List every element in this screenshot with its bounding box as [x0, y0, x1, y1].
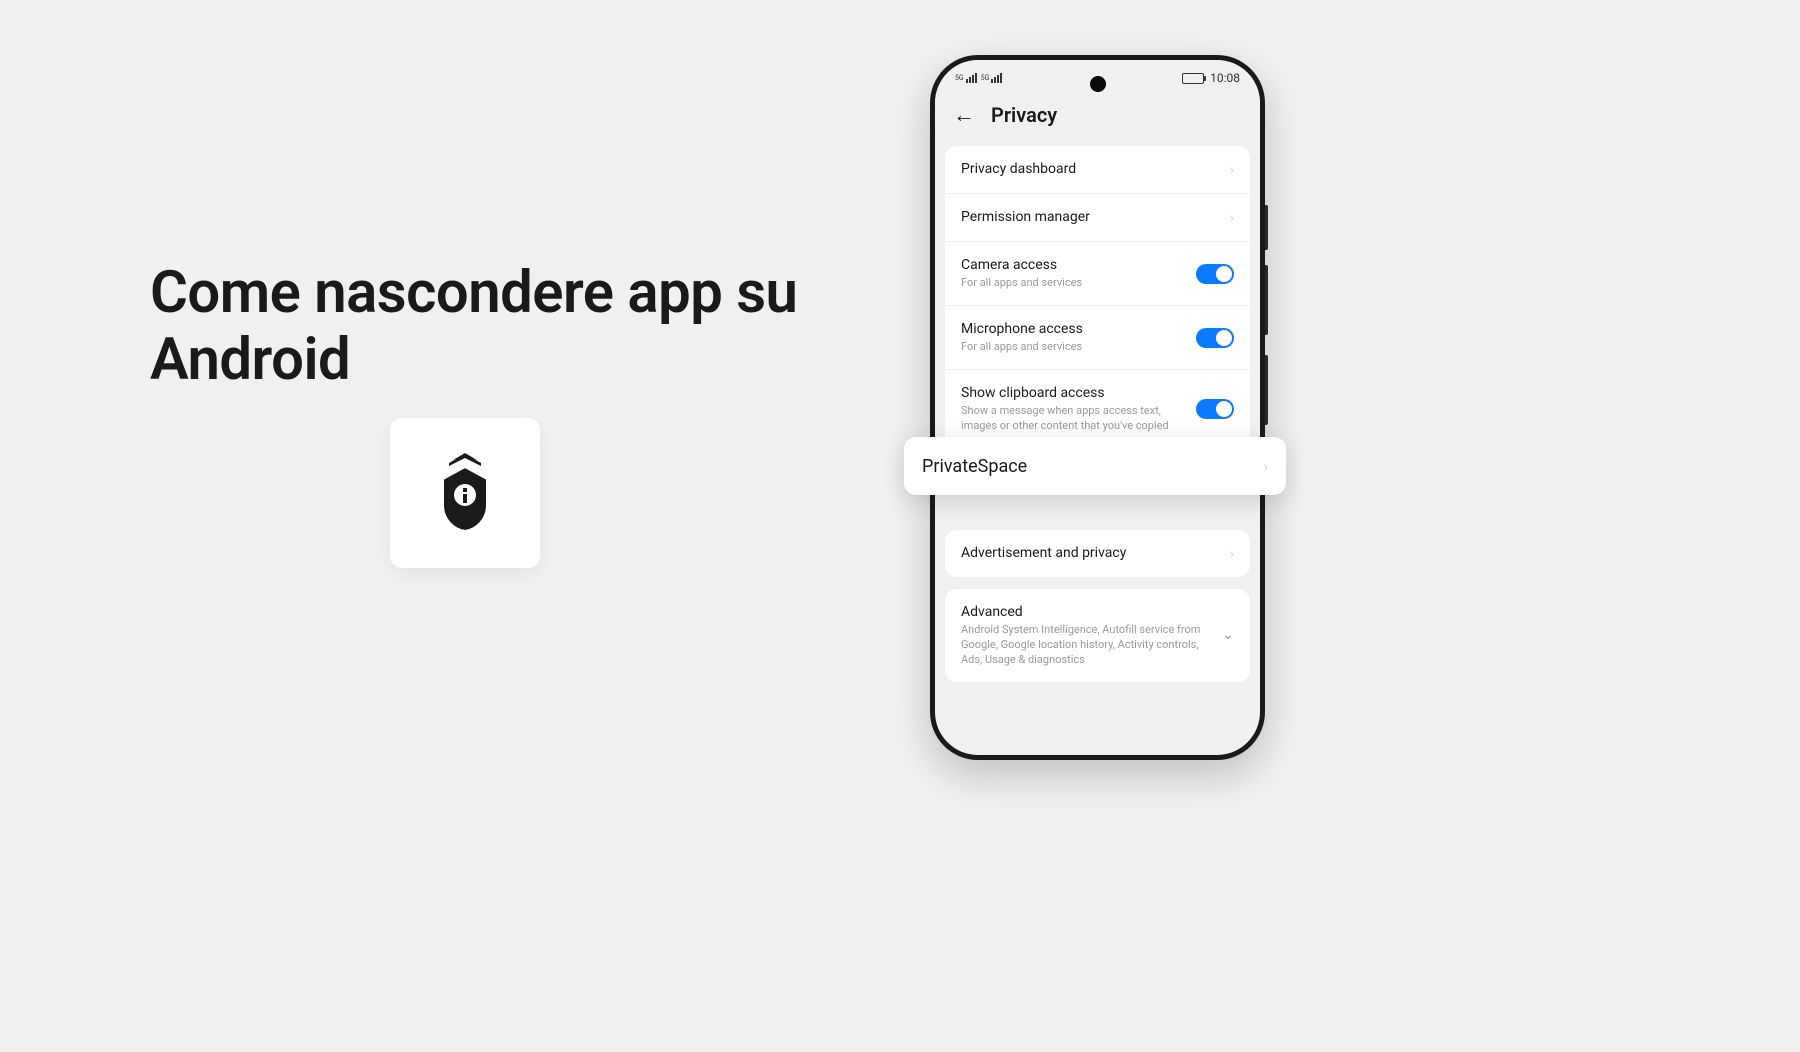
row-camera-access[interactable]: Camera access For all apps and services — [945, 241, 1250, 305]
toggle-camera[interactable] — [1196, 264, 1234, 284]
toggle-clipboard[interactable] — [1196, 399, 1234, 419]
row-label: Permission manager — [961, 208, 1221, 226]
phone-side-button — [1265, 205, 1268, 250]
page-title: Come nascondere app su Android — [150, 260, 800, 393]
lock-info-icon-container — [390, 418, 540, 568]
back-arrow-icon[interactable]: ← — [953, 102, 975, 128]
row-label: Camera access — [961, 256, 1188, 274]
settings-card-advanced: Advanced Android System Intelligence, Au… — [945, 589, 1250, 682]
phone-mockup: 5G 5G 10:08 ← Privacy Privacy dashboard … — [930, 55, 1265, 760]
phone-side-button — [1265, 355, 1268, 425]
settings-card-main: Privacy dashboard › Permission manager ›… — [945, 146, 1250, 448]
chevron-right-icon: › — [1263, 457, 1268, 476]
row-label: Privacy dashboard — [961, 160, 1221, 178]
signal-icon — [991, 73, 1002, 83]
row-permission-manager[interactable]: Permission manager › — [945, 193, 1250, 241]
row-privatespace-callout[interactable]: PrivateSpace › — [904, 437, 1286, 495]
toggle-microphone[interactable] — [1196, 328, 1234, 348]
phone-side-button — [1265, 265, 1268, 335]
chevron-right-icon: › — [1229, 544, 1234, 563]
row-label: Microphone access — [961, 320, 1188, 338]
battery-icon — [1182, 73, 1204, 84]
chevron-right-icon: › — [1229, 160, 1234, 179]
lock-info-icon — [433, 453, 497, 533]
chevron-down-icon: ⌄ — [1222, 627, 1234, 643]
row-label: Show clipboard access — [961, 384, 1188, 402]
row-subtitle: Show a message when apps access text, im… — [961, 404, 1188, 434]
callout-label: PrivateSpace — [922, 456, 1027, 477]
camera-punch-hole — [1090, 76, 1106, 92]
status-time: 10:08 — [1210, 71, 1240, 85]
signal-icon — [966, 73, 977, 83]
settings-card-ads: Advertisement and privacy › — [945, 530, 1250, 577]
row-subtitle: For all apps and services — [961, 276, 1188, 291]
row-label: Advertisement and privacy — [961, 544, 1221, 562]
row-microphone-access[interactable]: Microphone access For all apps and servi… — [945, 305, 1250, 369]
screen-title: Privacy — [991, 103, 1057, 127]
row-privacy-dashboard[interactable]: Privacy dashboard › — [945, 146, 1250, 193]
row-subtitle: For all apps and services — [961, 340, 1188, 355]
row-subtitle: Android System Intelligence, Autofill se… — [961, 623, 1214, 668]
row-label: Advanced — [961, 603, 1214, 621]
chevron-right-icon: › — [1229, 208, 1234, 227]
row-advanced[interactable]: Advanced Android System Intelligence, Au… — [945, 589, 1250, 682]
row-advertisement-privacy[interactable]: Advertisement and privacy › — [945, 530, 1250, 577]
